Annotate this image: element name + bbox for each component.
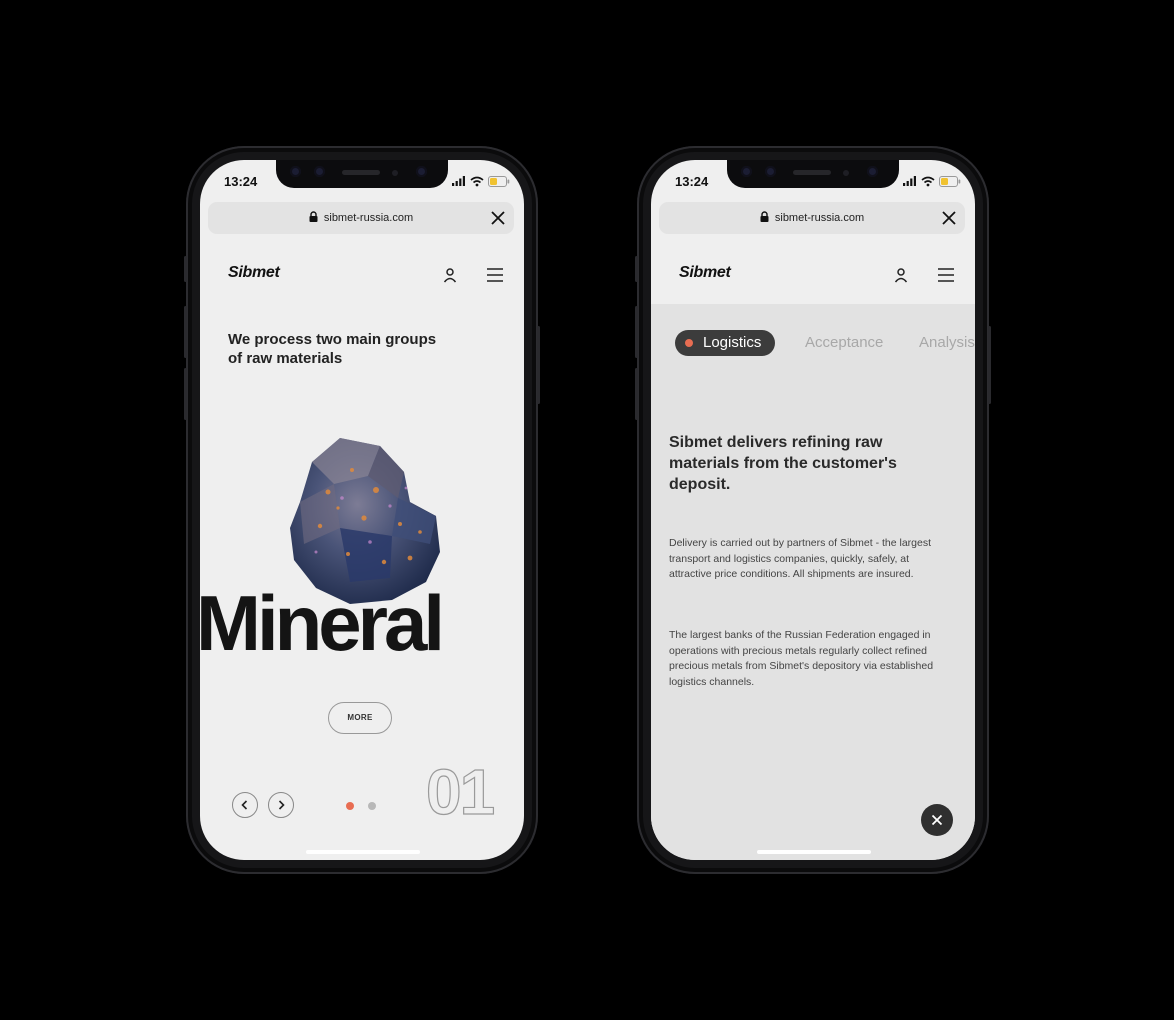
sensor-icon (765, 166, 776, 177)
close-icon (931, 814, 943, 826)
site-header: Sibmet (651, 242, 975, 304)
speaker (793, 170, 831, 175)
menu-icon[interactable] (486, 267, 504, 283)
status-icons (452, 175, 510, 187)
volume-up-button (184, 306, 187, 358)
camera-icon (290, 166, 301, 177)
screen-right: 13:24 sibmet-russia.com Sibmet Logistics… (651, 160, 975, 860)
process-tabs: Logistics Acceptance Analysis (675, 330, 975, 356)
sensor-icon (314, 166, 325, 177)
site-header: Sibmet (200, 242, 524, 304)
section-title: Sibmet delivers refining raw materials f… (669, 434, 897, 493)
battery-icon (488, 175, 510, 187)
signal-icon (452, 176, 465, 186)
front-camera-icon (416, 166, 427, 177)
hero-headline: We process two main groups of raw materi… (228, 331, 437, 367)
more-button[interactable]: MORE (328, 702, 392, 734)
paragraph-banks: The largest banks of the Russian Federat… (669, 629, 934, 688)
proximity-sensor (843, 170, 849, 176)
url-text: sibmet-russia.com (323, 212, 414, 224)
lock-icon (760, 211, 769, 222)
close-button[interactable] (921, 804, 953, 836)
close-icon[interactable] (490, 210, 506, 226)
proximity-sensor (392, 170, 398, 176)
status-time: 13:24 (675, 174, 709, 189)
logo[interactable]: Sibmet (679, 264, 731, 282)
url-display: sibmet-russia.com (659, 211, 965, 224)
front-camera-icon (867, 166, 878, 177)
wifi-icon (921, 176, 935, 186)
volume-down-button (635, 368, 638, 420)
screen-left: 13:24 sibmet-russia.com Sibmet We proces… (200, 160, 524, 860)
pager-dot[interactable] (368, 802, 376, 810)
menu-icon[interactable] (937, 267, 955, 283)
volume-up-button (635, 306, 638, 358)
power-button (537, 326, 540, 404)
next-button[interactable] (268, 792, 294, 818)
status-icons (903, 175, 961, 187)
chevron-right-icon (278, 800, 285, 810)
slide-number: 01 (425, 756, 495, 828)
phone-left: 13:24 sibmet-russia.com Sibmet We proces… (184, 146, 540, 874)
url-bar[interactable]: sibmet-russia.com (208, 202, 514, 234)
home-indicator (757, 850, 871, 854)
user-icon[interactable] (893, 267, 909, 283)
power-button (988, 326, 991, 404)
url-display: sibmet-russia.com (208, 211, 514, 224)
tab-label: Logistics (703, 334, 762, 351)
tab-logistics[interactable]: Logistics (675, 330, 776, 356)
pager-dot-active[interactable] (346, 802, 354, 810)
tab-acceptance[interactable]: Acceptance (805, 330, 883, 356)
signal-icon (903, 176, 916, 186)
tab-analysis[interactable]: Analysis (919, 330, 975, 356)
chevron-left-icon (241, 800, 248, 810)
prev-button[interactable] (232, 792, 258, 818)
notch (727, 160, 899, 188)
phone-right: 13:24 sibmet-russia.com Sibmet Logistics… (635, 146, 991, 874)
wifi-icon (470, 176, 484, 186)
battery-icon (939, 175, 961, 187)
lock-icon (309, 211, 318, 222)
category-title: Mineral (200, 579, 445, 667)
url-text: sibmet-russia.com (774, 212, 865, 224)
paragraph-delivery: Delivery is carried out by partners of S… (669, 537, 932, 580)
mute-switch (184, 256, 187, 282)
status-time: 13:24 (224, 174, 258, 189)
volume-down-button (184, 368, 187, 420)
home-indicator (306, 850, 420, 854)
url-bar[interactable]: sibmet-russia.com (659, 202, 965, 234)
logo[interactable]: Sibmet (228, 264, 280, 282)
active-dot (685, 339, 693, 347)
camera-icon (741, 166, 752, 177)
close-icon[interactable] (941, 210, 957, 226)
mute-switch (635, 256, 638, 282)
speaker (342, 170, 380, 175)
notch (276, 160, 448, 188)
user-icon[interactable] (442, 267, 458, 283)
